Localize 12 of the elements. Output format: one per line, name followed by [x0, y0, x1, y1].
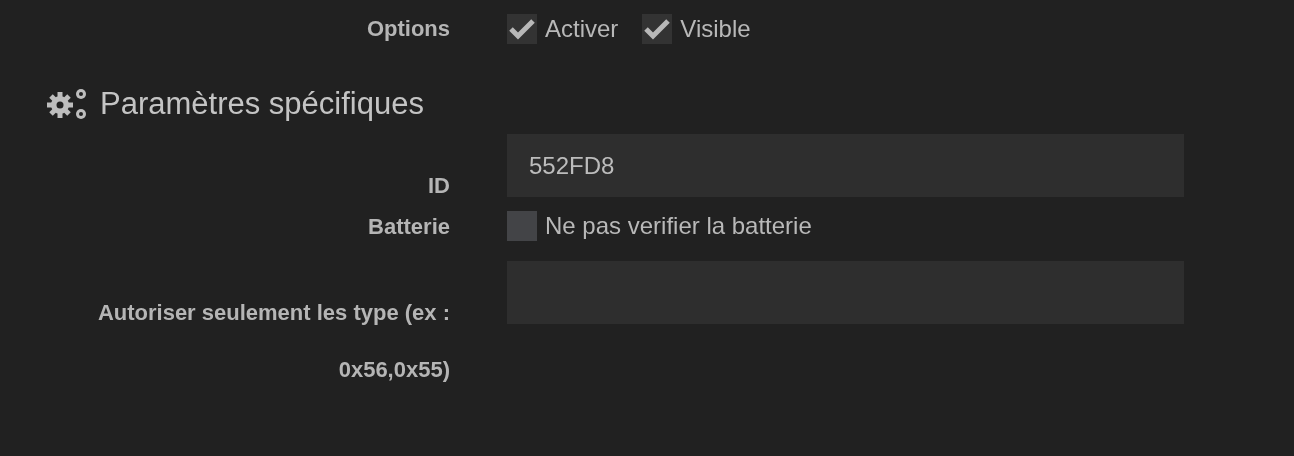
checked-checkbox[interactable] [507, 13, 537, 44]
checkbox-label: Activer [545, 13, 619, 44]
checkbox-label: Visible [680, 13, 751, 44]
field-label: Options [365, 15, 450, 43]
field-label: Autoriser seulement les type (ex : 0x56,0x55) [96, 298, 450, 384]
checkbox[interactable] [507, 211, 537, 241]
field-label: ID [427, 171, 450, 200]
checked-checkbox[interactable] [642, 13, 673, 44]
section-title: Paramètres spécifiques [100, 85, 424, 123]
text-field[interactable]: 552FD8 [507, 134, 1184, 197]
field-label: Batterie [367, 212, 450, 241]
checkbox-label: Ne pas verifier la batterie [545, 211, 812, 241]
